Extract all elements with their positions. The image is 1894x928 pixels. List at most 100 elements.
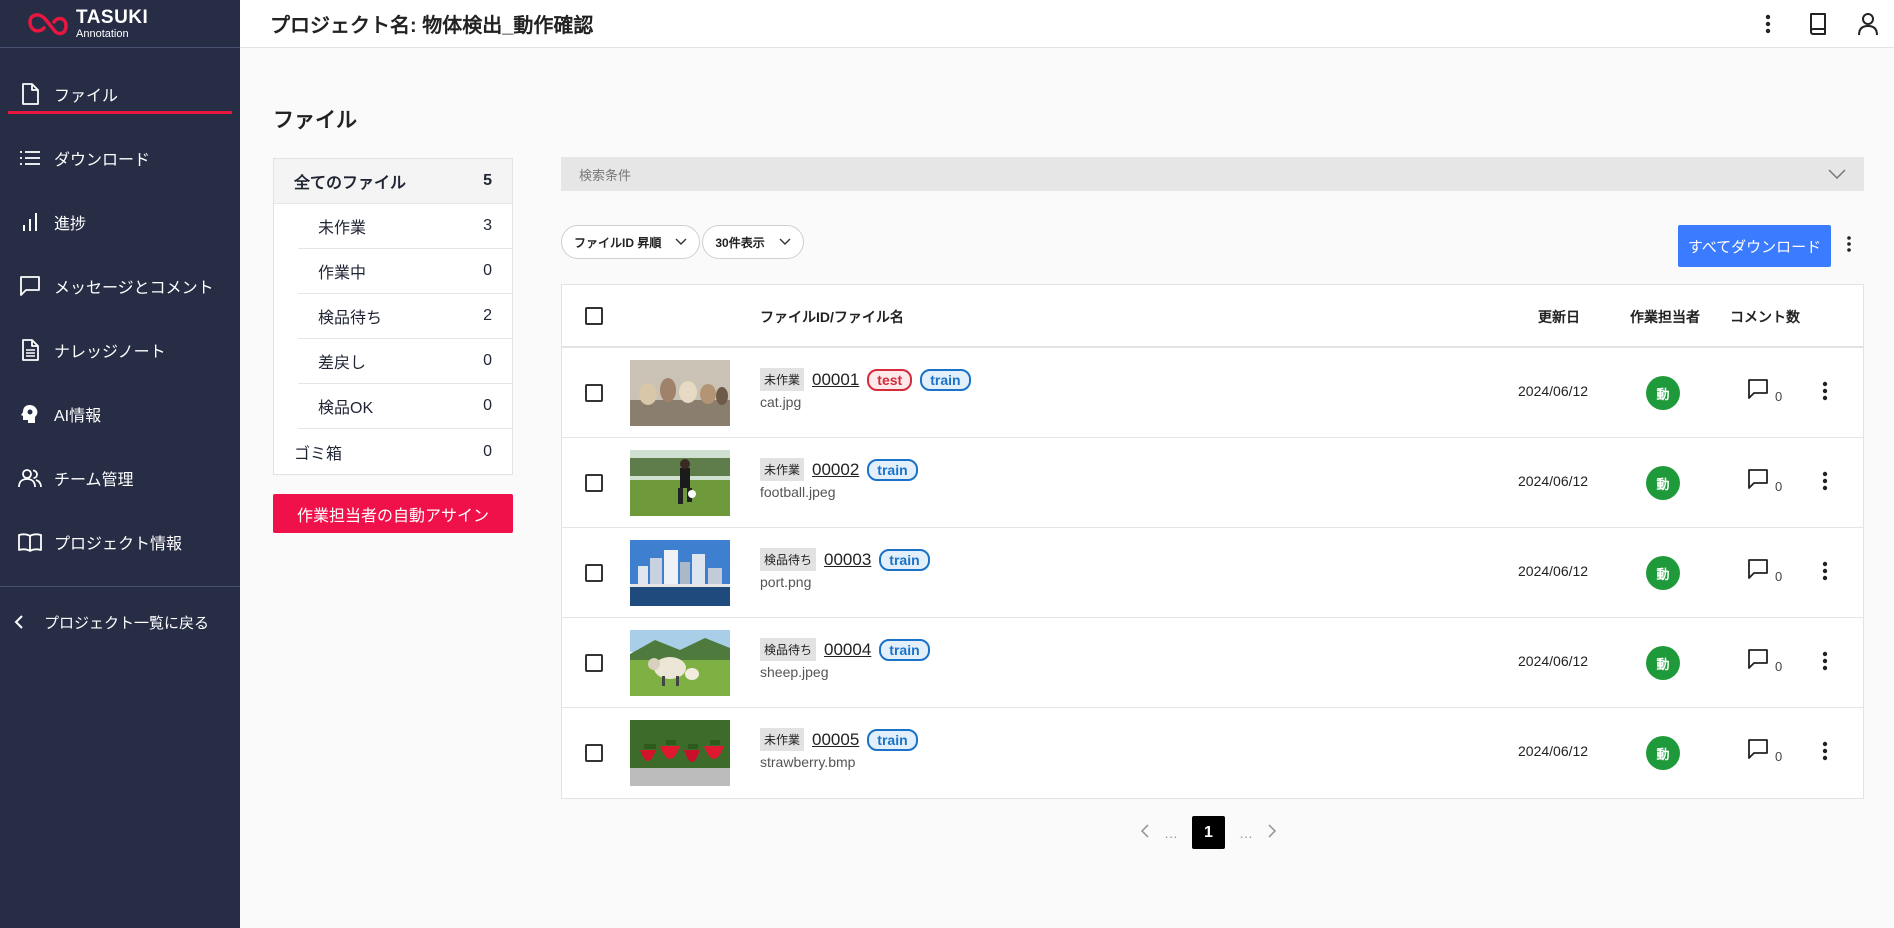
select-all-checkbox[interactable] xyxy=(585,307,603,325)
comment-count[interactable]: 0 xyxy=(1747,468,1782,494)
status-not-started[interactable]: 未作業 3 xyxy=(298,204,512,249)
sort-select[interactable]: ファイルID 昇順 xyxy=(561,225,701,259)
comment-icon xyxy=(1748,559,1768,579)
comment-count[interactable]: 0 xyxy=(1747,558,1782,584)
auto-assign-button[interactable]: 作業担当者の自動アサイン xyxy=(273,494,513,533)
row-checkbox[interactable] xyxy=(585,564,603,582)
search-conditions-toggle[interactable]: 検索条件 xyxy=(561,157,1864,191)
logo-title: TASUKI xyxy=(76,6,149,28)
book-icon xyxy=(18,530,42,554)
assignee-avatar[interactable]: 動 xyxy=(1646,466,1680,500)
file-table: ファイルID/ファイル名 更新日 作業担当者 コメント数 未作業 00001 t… xyxy=(561,284,1864,799)
comment-count[interactable]: 0 xyxy=(1747,378,1782,404)
row-more-icon[interactable] xyxy=(1822,381,1828,406)
team-icon xyxy=(18,466,42,490)
logo[interactable]: TASUKI Annotation xyxy=(0,0,240,48)
sidebar-item-download[interactable]: ダウンロード xyxy=(0,126,240,190)
more-vertical-icon[interactable] xyxy=(1846,234,1852,259)
status-awaiting-inspection[interactable]: 検品待ち 2 xyxy=(298,294,512,339)
logo-subtitle: Annotation xyxy=(76,27,129,40)
comment-count[interactable]: 0 xyxy=(1747,648,1782,674)
chevron-left-icon[interactable] xyxy=(1140,823,1150,842)
sidebar-item-label: ファイル xyxy=(54,88,119,105)
table-row[interactable]: 未作業 00002 train football.jpeg 2024/06/12… xyxy=(562,438,1863,528)
chevron-down-icon xyxy=(1828,167,1846,182)
status-in-progress[interactable]: 作業中 0 xyxy=(298,249,512,294)
sidebar-item-progress[interactable]: 進捗 xyxy=(0,190,240,254)
more-vertical-icon[interactable] xyxy=(1754,10,1782,38)
page-button-current[interactable]: 1 xyxy=(1192,816,1225,849)
chevron-right-icon[interactable] xyxy=(1267,823,1277,842)
per-page-select[interactable]: 30件表示 xyxy=(702,225,804,259)
sidebar-item-ai-info[interactable]: AI情報 xyxy=(0,382,240,446)
back-to-projects-link[interactable]: プロジェクト一覧に戻る xyxy=(0,587,240,657)
table-row[interactable]: 未作業 00001 test train cat.jpg 2024/06/12 … xyxy=(562,348,1863,438)
assignee-avatar[interactable]: 動 xyxy=(1646,556,1680,590)
file-name: football.jpeg xyxy=(760,484,836,500)
table-row[interactable]: 検品待ち 00004 train sheep.jpeg 2024/06/12 動… xyxy=(562,618,1863,708)
status-count: 0 xyxy=(483,262,492,279)
thumbnail-strawberry[interactable] xyxy=(630,720,730,786)
sidebar-item-files[interactable]: ファイル xyxy=(0,62,240,126)
pagination-ellipsis: … xyxy=(1239,824,1253,841)
download-all-button[interactable]: すべてダウンロード xyxy=(1678,225,1831,267)
status-label: 作業中 xyxy=(318,265,367,282)
file-id-link[interactable]: 00002 xyxy=(812,460,859,480)
thumbnail-cats[interactable] xyxy=(630,360,730,426)
thumbnail-port[interactable] xyxy=(630,540,730,606)
row-checkbox[interactable] xyxy=(585,744,603,762)
status-all-files[interactable]: 全てのファイル 5 xyxy=(274,159,512,204)
row-more-icon[interactable] xyxy=(1822,561,1828,586)
list-icon xyxy=(18,146,42,170)
user-account-icon[interactable] xyxy=(1854,10,1882,38)
file-id-link[interactable]: 00001 xyxy=(812,370,859,390)
project-title: プロジェクト名: 物体検出_動作確認 xyxy=(270,15,594,37)
sort-select-value: ファイルID 昇順 xyxy=(574,235,662,250)
column-header-date: 更新日 xyxy=(1538,309,1580,325)
row-more-icon[interactable] xyxy=(1822,741,1828,766)
assignee-avatar[interactable]: 動 xyxy=(1646,376,1680,410)
assignee-avatar[interactable]: 動 xyxy=(1646,736,1680,770)
sidebar-item-label: メッセージとコメント xyxy=(54,280,214,297)
table-row[interactable]: 未作業 00005 train strawberry.bmp 2024/06/1… xyxy=(562,708,1863,798)
manual-book-icon[interactable] xyxy=(1804,10,1832,38)
status-label: 全てのファイル xyxy=(294,175,407,192)
status-badge: 未作業 xyxy=(760,728,805,751)
comment-count[interactable]: 0 xyxy=(1747,738,1782,764)
table-row[interactable]: 検品待ち 00003 train port.png 2024/06/12 動 0 xyxy=(562,528,1863,618)
table-header: ファイルID/ファイル名 更新日 作業担当者 コメント数 xyxy=(562,285,1863,348)
row-more-icon[interactable] xyxy=(1822,651,1828,676)
row-checkbox[interactable] xyxy=(585,384,603,402)
status-inspection-ok[interactable]: 検品OK 0 xyxy=(298,384,512,429)
thumbnail-sheep[interactable] xyxy=(630,630,730,696)
file-name: strawberry.bmp xyxy=(760,754,856,770)
updated-date: 2024/06/12 xyxy=(1518,473,1589,489)
sidebar-item-team[interactable]: チーム管理 xyxy=(0,446,240,510)
comment-icon xyxy=(1748,379,1768,399)
top-header: プロジェクト名: 物体検出_動作確認 xyxy=(240,0,1894,48)
updated-date: 2024/06/12 xyxy=(1518,563,1589,579)
file-id-link[interactable]: 00004 xyxy=(824,640,871,660)
status-label: 差戻し xyxy=(318,355,367,372)
document-icon xyxy=(18,338,42,362)
status-badge: 検品待ち xyxy=(760,638,817,661)
sidebar-item-knowledge[interactable]: ナレッジノート xyxy=(0,318,240,382)
row-more-icon[interactable] xyxy=(1822,471,1828,496)
updated-date: 2024/06/12 xyxy=(1518,383,1589,399)
status-trash[interactable]: ゴミ箱 0 xyxy=(274,429,512,474)
row-checkbox[interactable] xyxy=(585,474,603,492)
column-header-file: ファイルID/ファイル名 xyxy=(760,309,904,325)
comment-icon xyxy=(1748,739,1768,759)
sidebar-item-messages[interactable]: メッセージとコメント xyxy=(0,254,240,318)
file-id-link[interactable]: 00003 xyxy=(824,550,871,570)
assignee-avatar[interactable]: 動 xyxy=(1646,646,1680,680)
status-count: 3 xyxy=(483,217,492,234)
sidebar-item-label: プロジェクト情報 xyxy=(54,536,183,553)
status-returned[interactable]: 差戻し 0 xyxy=(298,339,512,384)
tag-train: train xyxy=(920,368,971,391)
sidebar-item-label: チーム管理 xyxy=(54,472,134,489)
file-id-link[interactable]: 00005 xyxy=(812,730,859,750)
thumbnail-football[interactable] xyxy=(630,450,730,516)
row-checkbox[interactable] xyxy=(585,654,603,672)
sidebar-item-project-info[interactable]: プロジェクト情報 xyxy=(0,510,240,574)
